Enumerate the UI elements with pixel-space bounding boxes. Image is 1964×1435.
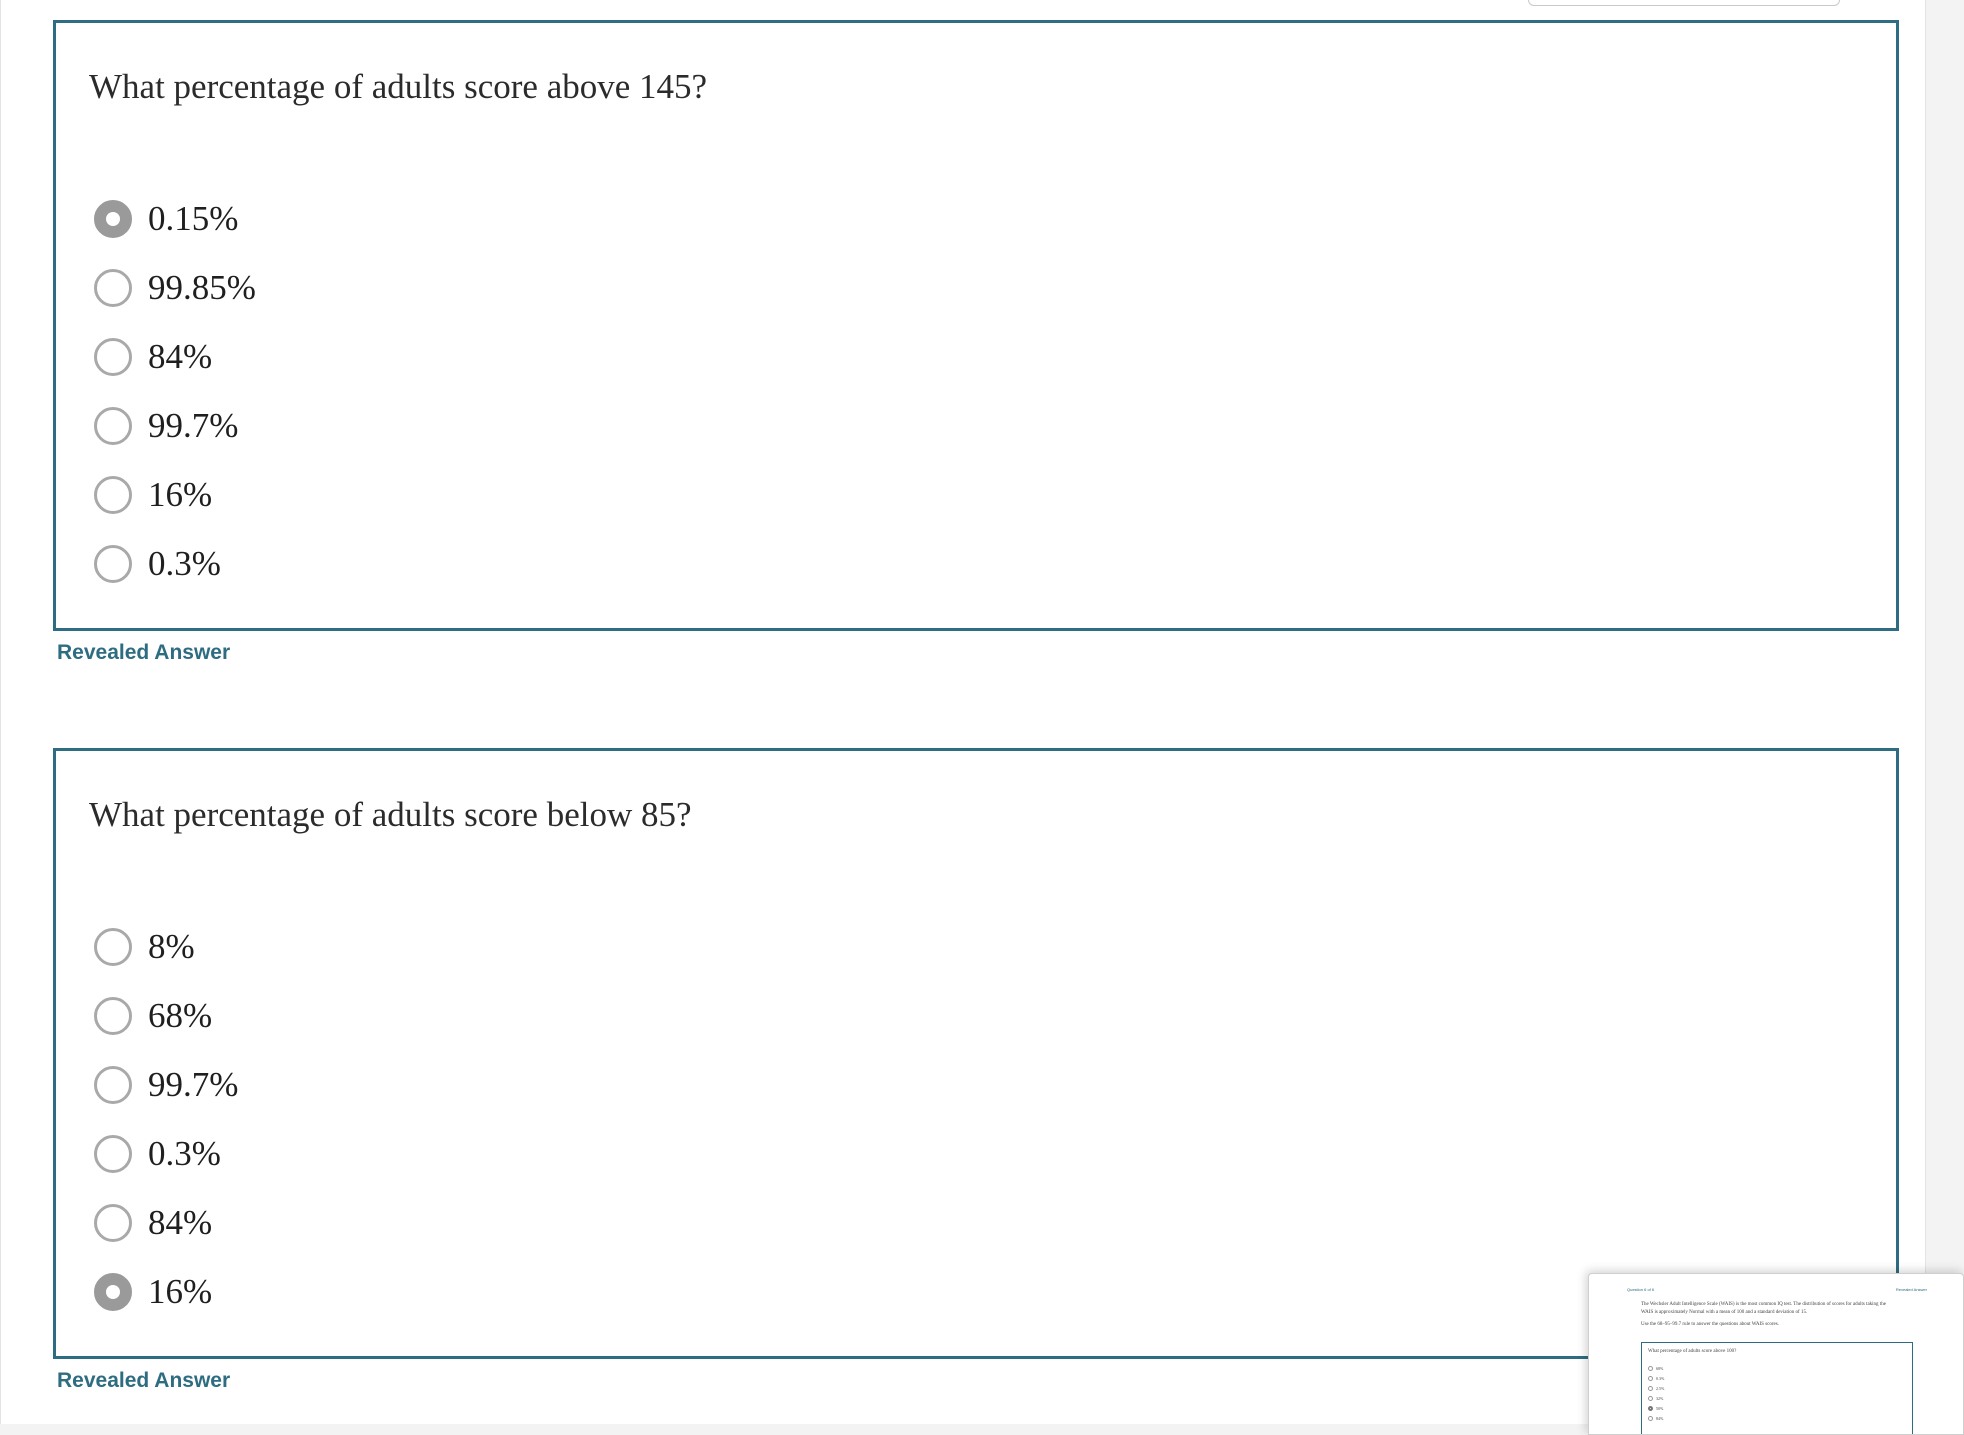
revealed-answer-link[interactable]: Revealed Answer xyxy=(57,641,230,665)
thumbnail-option-label: 2.5% xyxy=(1656,1385,1665,1391)
thumbnail-options: 68% 0.3% 2.5% 32% 50% 84% xyxy=(1648,1363,1664,1423)
thumbnail-option-label: 32% xyxy=(1656,1395,1664,1401)
thumbnail-intro-line: WAIS is approximately Normal with a mean… xyxy=(1641,1310,1808,1315)
thumbnail-question: What percentage of adults score above 10… xyxy=(1648,1349,1737,1354)
answer-options: 8% 68% 99.7% 0.3% 84% 16% xyxy=(94,912,238,1326)
thumbnail-revealed-label: Revealed Answer xyxy=(1895,1287,1927,1292)
answer-option[interactable]: 16% xyxy=(94,1257,238,1326)
answer-option-label: 84% xyxy=(148,336,213,376)
thumbnail-option: 50% xyxy=(1648,1403,1664,1413)
radio-button[interactable] xyxy=(94,199,132,238)
answer-option-label: 0.3% xyxy=(148,543,221,583)
radio-button[interactable] xyxy=(94,996,132,1035)
thumbnail-radio xyxy=(1648,1415,1653,1421)
thumbnail-radio xyxy=(1648,1395,1653,1401)
thumbnail-intro-line: The Wechsler Adult Intelligence Scale (W… xyxy=(1641,1302,1886,1307)
answer-option[interactable]: 84% xyxy=(94,1188,238,1257)
radio-button[interactable] xyxy=(94,337,132,376)
answer-option[interactable]: 68% xyxy=(94,981,238,1050)
answer-option-label: 99.85% xyxy=(148,267,256,307)
radio-button[interactable] xyxy=(94,1065,132,1104)
thumbnail-option-label: 50% xyxy=(1656,1405,1664,1411)
radio-button[interactable] xyxy=(94,1272,132,1311)
thumbnail-radio xyxy=(1648,1375,1653,1381)
thumbnail-radio xyxy=(1648,1385,1653,1391)
answer-option[interactable]: 8% xyxy=(94,912,238,981)
thumbnail-question-counter: Question 6 of 6 xyxy=(1627,1287,1655,1292)
thumbnail-radio xyxy=(1648,1405,1653,1411)
answer-option-label: 84% xyxy=(148,1202,213,1242)
question-card: What percentage of adults score below 85… xyxy=(53,748,1899,1359)
thumbnail-option: 32% xyxy=(1648,1393,1664,1403)
answer-option-label: 8% xyxy=(148,926,195,966)
radio-button[interactable] xyxy=(94,268,132,307)
answer-option-label: 16% xyxy=(148,474,213,514)
answer-option[interactable]: 99.7% xyxy=(94,391,256,460)
answer-option[interactable]: 0.3% xyxy=(94,1119,238,1188)
answer-options: 0.15% 99.85% 84% 99.7% 16% 0.3% xyxy=(94,184,256,598)
thumbnail-option: 0.3% xyxy=(1648,1373,1664,1383)
answer-option-label: 68% xyxy=(148,995,213,1035)
radio-button[interactable] xyxy=(94,406,132,445)
thumbnail-option-label: 84% xyxy=(1656,1415,1664,1421)
question-dropdown[interactable] xyxy=(1528,0,1840,6)
answer-option-label: 0.15% xyxy=(148,198,239,238)
answer-option[interactable]: 16% xyxy=(94,460,256,529)
radio-button[interactable] xyxy=(94,927,132,966)
answer-option[interactable]: 0.15% xyxy=(94,184,256,253)
revealed-answer-link[interactable]: Revealed Answer xyxy=(57,1369,230,1393)
thumbnail-option-label: 68% xyxy=(1656,1365,1664,1371)
question-prompt: What percentage of adults score above 14… xyxy=(89,67,708,106)
radio-button[interactable] xyxy=(94,544,132,583)
thumbnail-option: 2.5% xyxy=(1648,1383,1664,1393)
radio-button[interactable] xyxy=(94,1134,132,1173)
answer-option-label: 16% xyxy=(148,1271,213,1311)
question-card: What percentage of adults score above 14… xyxy=(53,20,1899,631)
question-prompt: What percentage of adults score below 85… xyxy=(89,795,692,834)
page: What percentage of adults score above 14… xyxy=(0,0,1926,1424)
thumbnail-question-card: What percentage of adults score above 10… xyxy=(1641,1342,1913,1434)
answer-option[interactable]: 99.7% xyxy=(94,1050,238,1119)
answer-option[interactable]: 99.85% xyxy=(94,253,256,322)
thumbnail-option-label: 0.3% xyxy=(1656,1375,1665,1381)
thumbnail-header: Question 6 of 6 Revealed Answer xyxy=(1627,1287,1927,1292)
answer-option-label: 99.7% xyxy=(148,405,239,445)
thumbnail-radio xyxy=(1648,1365,1653,1371)
radio-button[interactable] xyxy=(94,475,132,514)
thumbnail-option: 68% xyxy=(1648,1363,1664,1373)
thumbnail-option: 84% xyxy=(1648,1413,1664,1423)
answer-option-label: 0.3% xyxy=(148,1133,221,1173)
radio-button[interactable] xyxy=(94,1203,132,1242)
answer-option[interactable]: 84% xyxy=(94,322,256,391)
answer-option-label: 99.7% xyxy=(148,1064,239,1104)
thumbnail-intro-line: Use the 68–95–99.7 rule to answer the qu… xyxy=(1641,1322,1779,1327)
answer-option[interactable]: 0.3% xyxy=(94,529,256,598)
page-thumbnail-preview[interactable]: Question 6 of 6 Revealed Answer The Wech… xyxy=(1588,1273,1964,1435)
